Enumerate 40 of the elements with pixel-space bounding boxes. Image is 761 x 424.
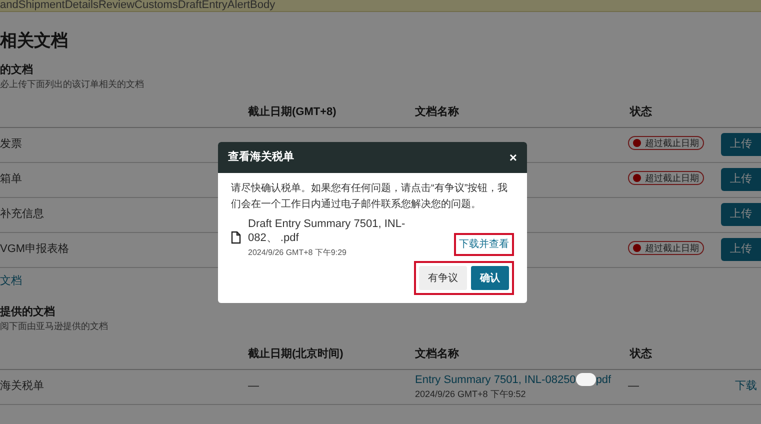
redaction-blob xyxy=(576,373,596,386)
status-cell: — xyxy=(628,380,639,392)
document-type: 箱单 xyxy=(0,173,22,186)
section-title: 提供的文档 xyxy=(0,304,56,320)
alert-text: andShipmentDetailsReviewCustomsDraftEntryAlertBody xyxy=(0,0,276,11)
document-type: 海关税单 xyxy=(0,380,44,392)
document-type: VGM申报表格 xyxy=(0,243,70,256)
close-button[interactable]: × xyxy=(509,148,517,168)
document-link[interactable]: Entry Summary 7501, INL-08250 xyxy=(415,372,576,388)
section-title: 的文档 xyxy=(0,62,34,78)
column-header: 文档名称 xyxy=(415,346,460,362)
overdue-status-badge: 超过截止日期 xyxy=(628,241,704,256)
documents-link[interactable]: 文档 xyxy=(0,268,22,296)
deadline-cell: — xyxy=(248,380,259,392)
column-header: 状态 xyxy=(630,104,652,120)
document-link[interactable]: pdf xyxy=(596,372,612,388)
dialog-message: 请尽快确认税单。如果您有任何问题，请点击“有争议”按钮，我们会在一个工作日内通过电子邮件联系您解决您的问题。 xyxy=(231,182,509,212)
overdue-status-badge: 超过截止日期 xyxy=(628,171,704,186)
download-view-link[interactable]: 下载并查看 xyxy=(454,233,514,256)
column-header: 截止日期(GMT+8) xyxy=(248,104,338,120)
upload-button[interactable]: 上传 xyxy=(721,238,761,261)
column-header: 状态 xyxy=(630,346,652,362)
dispute-button[interactable]: 有争议 xyxy=(419,266,467,290)
section-subtitle: 必上传下面列出的该订单相关的文档 xyxy=(0,78,145,91)
upload-button[interactable]: 上传 xyxy=(721,133,761,156)
column-header: 截止日期(北京时间) xyxy=(248,346,344,362)
overdue-status-badge: 超过截止日期 xyxy=(628,136,704,150)
file-name: Draft Entry Summary 7501, INL-082、 .pdf xyxy=(248,217,406,245)
section-subtitle: 阅下面由亚马逊提供的文档 xyxy=(0,320,109,333)
document-type: 补充信息 xyxy=(0,208,44,220)
file-icon xyxy=(231,231,241,244)
confirm-button[interactable]: 确认 xyxy=(471,266,509,290)
upload-button[interactable]: 上传 xyxy=(721,168,761,191)
file-date: 2024/9/26 GMT+8 下午9:29 xyxy=(248,247,348,259)
dialog-title: 查看海关税单 xyxy=(228,150,294,166)
document-type: 发票 xyxy=(0,138,22,150)
upload-button[interactable]: 上传 xyxy=(721,203,761,226)
download-link[interactable]: 下载 xyxy=(735,378,761,395)
column-header: 文档名称 xyxy=(415,104,460,120)
upload-date: 2024/9/26 GMT+8 下午9:52 xyxy=(415,388,527,401)
